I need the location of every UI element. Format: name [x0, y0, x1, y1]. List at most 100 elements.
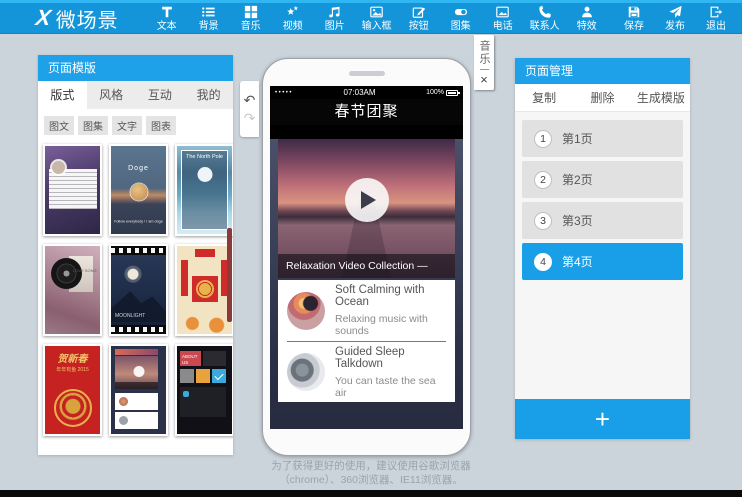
template-text-1: MOONLIGHT	[115, 313, 145, 319]
page-list: 1 第1页 2 第2页 3 第3页 4 第4页	[515, 112, 690, 399]
toggle-icon	[453, 5, 469, 20]
track-subtitle: Relaxing music with sounds	[335, 313, 446, 337]
template-thumbnail[interactable]: The North Pole	[175, 144, 233, 236]
toolbar-action[interactable]: 保存	[616, 4, 652, 33]
template-thumbnail[interactable]: 贺新春 年年有鱼 2015	[43, 344, 102, 436]
page-list-item[interactable]: 3 第3页	[522, 202, 683, 239]
video-caption: Relaxation Video Collection —	[278, 254, 455, 278]
close-icon[interactable]: ×	[480, 73, 488, 86]
template-thumbnail[interactable]: MOONLIGHT	[109, 244, 168, 336]
template-tab-label: 我的	[197, 88, 221, 102]
toolbar-tool[interactable]: 图片	[317, 4, 353, 33]
send-icon	[668, 5, 683, 20]
page-title[interactable]: 春节团聚	[270, 99, 463, 125]
toolbar-tool[interactable]: 输入框	[359, 4, 395, 33]
footer-line-1: 为了获得更好的使用，建议使用谷歌浏览器	[0, 460, 742, 474]
filter-chip[interactable]: 图文	[44, 116, 74, 135]
page-number-badge: 2	[534, 171, 552, 189]
battery-percent: 100%	[426, 89, 444, 96]
template-thumbnail[interactable]: ABOUT US	[175, 344, 233, 436]
template-tab[interactable]: 互动	[136, 81, 185, 109]
template-panel: 页面模版 版式 风格 互动 我的 图文图集文字图表	[38, 55, 233, 455]
template-text-2: 年年有鱼 2015	[45, 366, 100, 373]
page-content: Relaxation Video Collection — Soft Calmi…	[270, 139, 463, 429]
play-button-icon[interactable]	[345, 178, 389, 222]
save-icon	[627, 5, 641, 20]
track-thumbnail	[287, 292, 325, 330]
template-tabs: 版式 风格 互动 我的	[38, 81, 233, 109]
toolbar-tool[interactable]: 背景	[191, 4, 227, 33]
template-thumbnail[interactable]	[43, 144, 102, 236]
toolbar-action[interactable]: 发布	[657, 4, 693, 33]
template-tab[interactable]: 版式	[38, 81, 87, 109]
filter-chip[interactable]: 图集	[78, 116, 108, 135]
browser-recommendation-note: 为了获得更好的使用，建议使用谷歌浏览器 （chrome）、360浏览器、IE11…	[0, 460, 742, 488]
action-label: 保存	[624, 21, 644, 33]
template-tab[interactable]: 风格	[87, 81, 136, 109]
app-logo-text: 微场景	[56, 4, 119, 33]
toolbar-tool[interactable]: 特效	[569, 4, 605, 33]
page-label: 第4页	[562, 253, 593, 270]
phone-speaker	[349, 71, 385, 76]
footer-line-2: （chrome）、360浏览器、IE11浏览器。	[0, 474, 742, 488]
toolbar-tool[interactable]: 视频	[275, 4, 311, 33]
video-element[interactable]: Relaxation Video Collection —	[278, 139, 455, 278]
template-text-2: Follow everybody ! I am doge	[111, 220, 166, 224]
image-icon	[369, 5, 384, 20]
tool-label: 按钮	[409, 21, 429, 33]
template-tab[interactable]: 我的	[184, 81, 233, 109]
template-preview-art: 贺新春 年年有鱼 2015	[45, 346, 100, 434]
add-page-button[interactable]: +	[515, 399, 690, 439]
track-row[interactable]: Soft Calming with Ocean Relaxing music w…	[287, 280, 446, 341]
template-thumbnail[interactable]: Doge Follow everybody ! I am doge	[109, 144, 168, 236]
template-filter-chips: 图文图集文字图表	[38, 109, 233, 140]
page-label: 第1页	[562, 130, 593, 147]
filter-chip[interactable]: 文字	[112, 116, 142, 135]
page-action-button[interactable]: 生成模版	[632, 84, 690, 111]
toolbar-tool[interactable]: 文本	[149, 4, 185, 33]
page-list-item[interactable]: 4 第4页	[522, 243, 683, 280]
action-label: 退出	[706, 21, 726, 33]
toolbar-action[interactable]: 退出	[698, 4, 734, 33]
page-list-item[interactable]: 1 第1页	[522, 120, 683, 157]
undo-icon[interactable]: ↶	[244, 93, 256, 107]
toolbar-tool[interactable]: 音乐	[233, 4, 269, 33]
template-grid: Doge Follow everybody ! I am doge The No…	[38, 140, 233, 436]
track-title: Guided Sleep Talkdown	[335, 346, 446, 370]
image2-icon	[495, 5, 510, 20]
note-icon	[327, 5, 342, 20]
history-tab: ↶ ↷	[240, 81, 259, 137]
app-logo[interactable]: X 微场景	[36, 4, 119, 33]
page-manager-panel: 页面管理 复制删除生成模版 1 第1页 2 第2页 3 第3页 4	[515, 58, 690, 439]
toolbar: X 微场景 文本 背景 音乐 视频 图片	[0, 3, 742, 34]
filter-chip[interactable]: 图表	[146, 116, 176, 135]
template-preview-art	[111, 346, 166, 434]
phone-screen: ••••• 07:03AM 100% 春节团聚 Relaxation Video…	[270, 86, 463, 429]
track-thumbnail	[287, 353, 325, 391]
stars-icon	[285, 5, 300, 20]
template-tab-label: 风格	[99, 88, 123, 102]
template-panel-scrollbar[interactable]	[227, 228, 232, 322]
template-preview-art: MOONLIGHT	[111, 246, 166, 334]
toolbar-tool[interactable]: 联系人	[527, 4, 563, 33]
page-action-button[interactable]: 删除	[573, 84, 631, 111]
track-texts: Guided Sleep Talkdown You can taste the …	[335, 346, 446, 399]
redo-icon[interactable]: ↷	[244, 111, 256, 125]
battery-icon	[446, 90, 458, 96]
toolbar-tool[interactable]: 图集	[443, 4, 479, 33]
track-title: Soft Calming with Ocean	[335, 284, 446, 308]
template-thumbnail[interactable]	[109, 344, 168, 436]
template-thumbnail[interactable]	[175, 244, 233, 336]
tool-label: 图片	[325, 21, 345, 33]
track-row[interactable]: Guided Sleep Talkdown You can taste the …	[287, 341, 446, 402]
page-action-button[interactable]: 复制	[515, 84, 573, 111]
template-thumbnail[interactable]: LOVE SONG	[43, 244, 102, 336]
template-text-1: 贺新春	[45, 350, 100, 365]
page-manager-title: 页面管理	[515, 58, 690, 84]
page-list-item[interactable]: 2 第2页	[522, 161, 683, 198]
toolbar-tool[interactable]: 电话	[485, 4, 521, 33]
template-preview-art: Doge Follow everybody ! I am doge	[111, 146, 166, 234]
toolbar-tool[interactable]: 按钮	[401, 4, 437, 33]
layer-side-tab[interactable]: 音乐 ×	[474, 35, 494, 90]
edit-icon	[412, 5, 426, 20]
